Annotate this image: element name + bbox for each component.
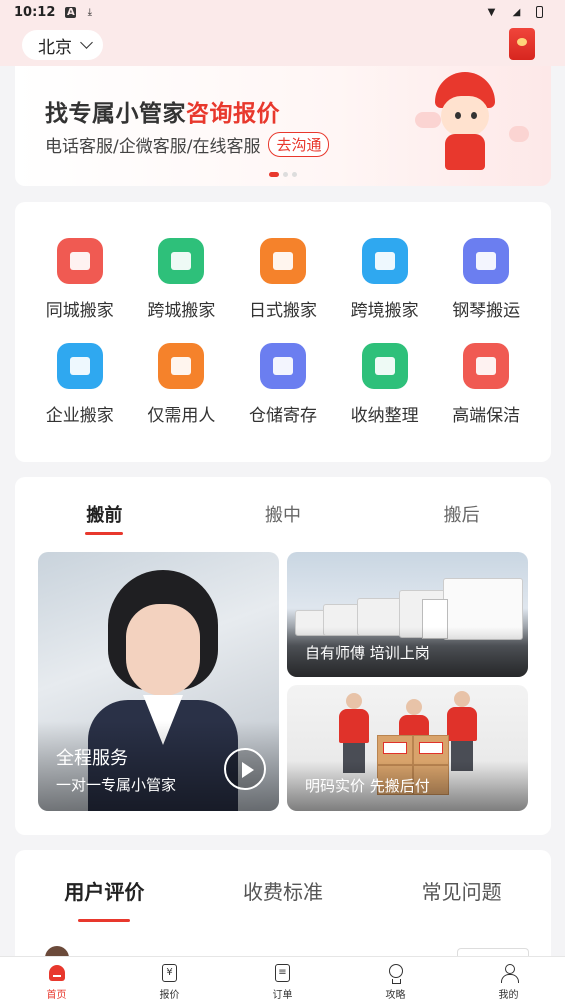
building-icon	[56, 238, 103, 284]
warehouse-icon	[259, 343, 306, 389]
tabbar-profile[interactable]: 我的	[452, 957, 565, 1004]
status-time: 10:12	[14, 4, 56, 20]
service-video-title: 全程服务	[56, 748, 128, 769]
service-item[interactable]: 跨境搬家	[334, 238, 436, 321]
storage-box-icon	[361, 343, 408, 389]
pricing-photo-card[interactable]: 明码实价 先搬后付	[287, 685, 528, 811]
play-icon[interactable]	[224, 748, 266, 790]
service-label: 高端保洁	[452, 406, 521, 426]
banner-title-highlight: 咨询报价	[186, 101, 280, 127]
piano-icon	[463, 238, 510, 284]
tabbar-orders-label: 订单	[272, 990, 293, 1001]
service-label: 同城搬家	[45, 301, 114, 321]
battery-icon	[536, 6, 543, 18]
service-video-subtitle: 一对一专属小管家	[56, 776, 177, 794]
service-label: 仓储寄存	[248, 406, 317, 426]
moving-stage-tabs: 搬前 搬中 搬后	[15, 501, 551, 535]
services-grid: 同城搬家 跨城搬家 日式搬家 跨境搬家 钢琴搬运企业搬家 仅需用人 仓储寄存 收纳整理 高端保洁	[29, 238, 537, 426]
service-item[interactable]: 跨城搬家	[131, 238, 233, 321]
tabbar-guide-label: 攻略	[385, 990, 406, 1001]
tabbar-guide[interactable]: 攻略	[339, 957, 452, 1004]
service-item[interactable]: 仓储寄存	[232, 343, 334, 426]
status-bar: 10:12 A ⤓ ▼ ◢	[0, 0, 565, 24]
info-tabs: 用户评价 收费标准 常见问题	[15, 876, 551, 922]
download-icon: ⤓	[87, 6, 93, 18]
trucks-caption: 自有师傅 培训上岗	[305, 644, 430, 662]
service-label: 跨城搬家	[147, 301, 216, 321]
city-selector[interactable]: 北京	[22, 30, 103, 60]
banner-title-main: 找专属小管家	[45, 101, 186, 127]
tab-pricing-standard[interactable]: 收费标准	[194, 876, 373, 922]
tabbar-home[interactable]: 首页	[0, 957, 113, 1004]
order-icon: ≡	[273, 963, 293, 983]
service-label: 跨境搬家	[350, 301, 419, 321]
service-item[interactable]: 高端保洁	[435, 343, 537, 426]
signal-icon: ◢	[512, 6, 521, 18]
tab-before-move[interactable]: 搬前	[15, 501, 194, 535]
phone-bubble-icon	[509, 126, 529, 142]
red-packet-icon[interactable]	[509, 28, 535, 60]
promo-banner[interactable]: 找专属小管家咨询报价 电话客服/企微客服/在线客服 去沟通	[15, 66, 551, 186]
ship-icon	[361, 238, 408, 284]
contact-button[interactable]: 去沟通	[268, 132, 330, 157]
trucks-photo-card[interactable]: 自有师傅 培训上岗	[287, 552, 528, 677]
city-label: 北京	[38, 37, 72, 58]
carousel-indicator	[269, 172, 297, 177]
tabbar-price-label: 报价	[159, 990, 180, 1001]
chevron-down-icon	[80, 36, 93, 49]
service-label: 仅需用人	[147, 406, 216, 426]
service-label: 收纳整理	[350, 406, 419, 426]
tabbar-orders[interactable]: ≡ 订单	[226, 957, 339, 1004]
tab-during-move[interactable]: 搬中	[194, 501, 373, 535]
service-item[interactable]: 仅需用人	[131, 343, 233, 426]
user-icon	[499, 963, 519, 983]
tabbar-home-label: 首页	[46, 990, 67, 1001]
tabbar-profile-label: 我的	[498, 990, 519, 1001]
wifi-icon: ▼	[487, 6, 496, 18]
moving-stages-card: 搬前 搬中 搬后 全程服务 一对一专属小管家 自有师傅 培训上岗 明码实价 先搬…	[15, 477, 551, 835]
service-item[interactable]: 同城搬家	[29, 238, 131, 321]
service-item[interactable]: 日式搬家	[232, 238, 334, 321]
bulb-icon	[386, 963, 406, 984]
top-bar: 北京	[0, 24, 565, 66]
mascot-illustration	[421, 72, 511, 180]
service-item[interactable]: 钢琴搬运	[435, 238, 537, 321]
service-label: 钢琴搬运	[452, 301, 521, 321]
bottom-tab-bar: 首页 ¥ 报价 ≡ 订单 攻略 我的	[0, 956, 565, 1004]
worker-icon	[158, 343, 205, 389]
banner-title: 找专属小管家咨询报价	[45, 94, 280, 128]
tab-after-move[interactable]: 搬后	[372, 501, 551, 535]
service-label: 企业搬家	[45, 406, 114, 426]
service-item[interactable]: 收纳整理	[334, 343, 436, 426]
banner-subtitle-row: 电话客服/企微客服/在线客服 去沟通	[45, 132, 330, 157]
tab-faq[interactable]: 常见问题	[372, 876, 551, 922]
service-item[interactable]: 企业搬家	[29, 343, 131, 426]
app-notification-icon: A	[65, 6, 77, 18]
tabbar-price[interactable]: ¥ 报价	[113, 957, 226, 1004]
office-chair-icon	[56, 343, 103, 389]
services-card: 同城搬家 跨城搬家 日式搬家 跨境搬家 钢琴搬运企业搬家 仅需用人 仓储寄存 收纳整理 高端保洁	[15, 202, 551, 462]
banner-subtitle: 电话客服/企微客服/在线客服	[45, 137, 261, 157]
home-icon	[47, 963, 67, 983]
cleaning-bucket-icon	[463, 343, 510, 389]
bus-icon	[158, 238, 205, 284]
price-icon: ¥	[160, 963, 180, 983]
mover-icon	[259, 238, 306, 284]
service-label: 日式搬家	[248, 301, 317, 321]
tab-user-reviews[interactable]: 用户评价	[15, 876, 194, 922]
service-video-card[interactable]: 全程服务 一对一专属小管家	[38, 552, 279, 811]
pricing-caption: 明码实价 先搬后付	[305, 777, 430, 795]
